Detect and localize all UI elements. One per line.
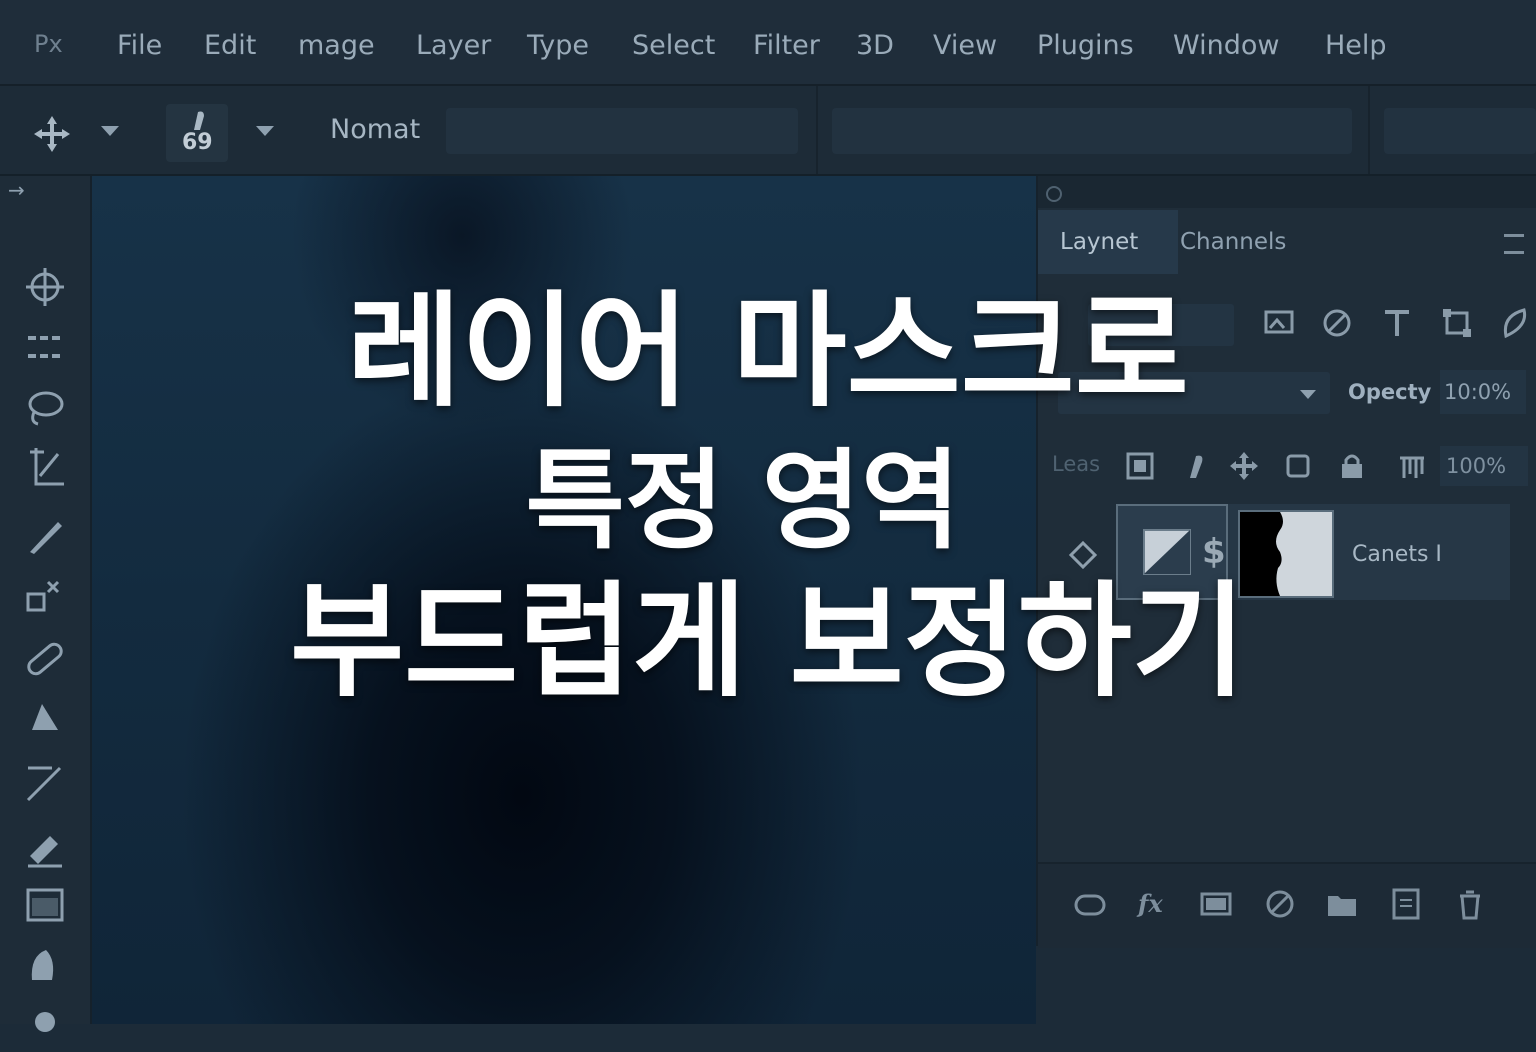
app-logo: Px	[34, 30, 63, 58]
brush-size: 69	[182, 130, 213, 155]
delete-layer-icon[interactable]	[1452, 886, 1488, 922]
tab-layers[interactable]: Laynet	[1038, 210, 1178, 274]
options-bar: 69 Nomat	[0, 86, 1536, 176]
menu-layer[interactable]: Layer	[416, 30, 491, 61]
menu-3d[interactable]: 3D	[856, 30, 894, 61]
add-mask-icon[interactable]	[1198, 886, 1234, 922]
mode-label: Nomat	[330, 114, 421, 145]
menu-window[interactable]: Window	[1173, 30, 1279, 61]
fx-icon[interactable]: fx	[1136, 886, 1172, 922]
menu-image[interactable]: mage	[298, 30, 375, 61]
options-divider	[1368, 86, 1370, 174]
menu-view[interactable]: View	[933, 30, 997, 61]
options-field[interactable]	[832, 108, 1352, 154]
move-icon[interactable]	[30, 112, 74, 156]
brush-tip-icon	[194, 111, 204, 130]
menu-edit[interactable]: Edit	[204, 30, 256, 61]
headline-line-3: 부드럽게 보정하기	[290, 570, 1246, 714]
pen-icon[interactable]	[22, 760, 68, 806]
panel-grip-icon[interactable]	[1046, 186, 1062, 202]
panel-menu-icon[interactable]	[1504, 234, 1524, 254]
headline-line-2: 특정 영역	[525, 439, 961, 564]
svg-text:fx: fx	[1136, 889, 1163, 918]
smudge-icon[interactable]	[22, 1002, 68, 1048]
mode-field[interactable]	[446, 108, 798, 154]
headline-overlay: 레이어 마스크로 특정 영역 부드럽게 보정하기	[0, 290, 1536, 720]
eraser-icon[interactable]	[22, 824, 68, 870]
dodge-icon[interactable]	[22, 942, 68, 988]
headline-line-1: 레이어 마스크로	[347, 280, 1189, 424]
menu-bar: Px File Edit mage Layer Type Select Filt…	[0, 0, 1536, 86]
link-layers-icon[interactable]	[1072, 886, 1108, 922]
options-field[interactable]	[1384, 108, 1536, 154]
new-adjustment-icon[interactable]	[1262, 886, 1298, 922]
gradient-icon[interactable]	[22, 882, 68, 928]
new-group-icon[interactable]	[1324, 886, 1360, 922]
tool-preset-dropdown-icon[interactable]	[101, 126, 119, 136]
collapse-arrow-icon[interactable]: →	[8, 178, 25, 202]
layers-bottom-bar: fx	[1038, 862, 1536, 948]
menu-plugins[interactable]: Plugins	[1037, 30, 1134, 61]
tab-channels[interactable]: Channels	[1178, 210, 1336, 274]
brush-preset-picker[interactable]: 69	[166, 104, 228, 162]
new-layer-icon[interactable]	[1388, 886, 1424, 922]
menu-type[interactable]: Type	[527, 30, 589, 61]
brush-dropdown-icon[interactable]	[256, 126, 274, 136]
menu-filter[interactable]: Filter	[753, 30, 820, 61]
menu-select[interactable]: Select	[632, 30, 715, 61]
menu-help[interactable]: Help	[1325, 30, 1387, 61]
options-divider	[816, 86, 818, 174]
panel-header	[1038, 176, 1536, 208]
menu-file[interactable]: File	[117, 30, 162, 61]
